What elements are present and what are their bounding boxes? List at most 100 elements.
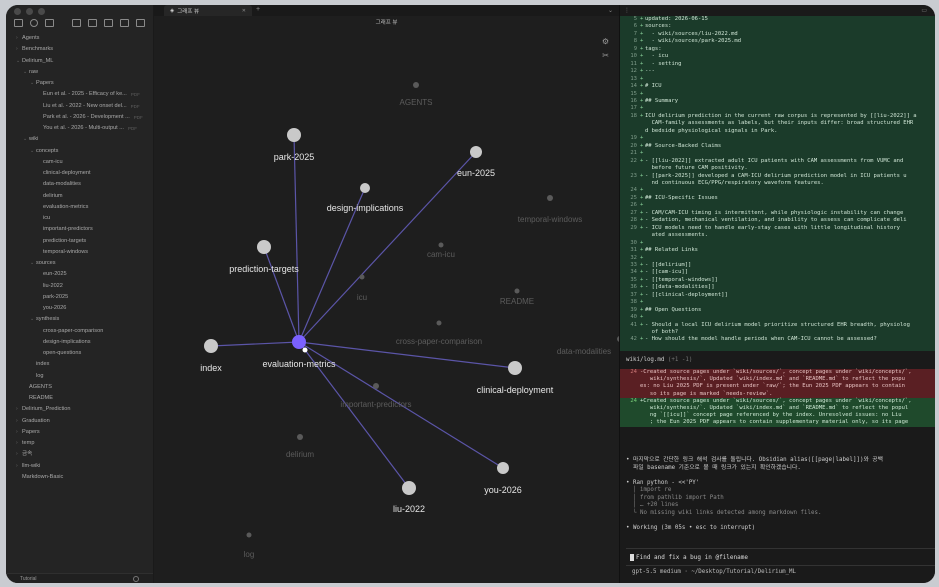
file-tree-item[interactable]: data-modalities — [6, 179, 153, 190]
file-tree-item[interactable]: cross-paper-comparison — [6, 326, 153, 337]
file-tree-item[interactable]: liu-2022 — [6, 281, 153, 292]
file-tree-item[interactable]: › Delirium_Prediction — [6, 404, 153, 415]
new-folder-icon[interactable] — [88, 19, 97, 27]
file-tree-item[interactable]: you-2026 — [6, 303, 153, 314]
prompt-input[interactable]: Find and fix a bug in @filename — [626, 548, 935, 566]
line-number: 33 — [630, 261, 637, 268]
graph-node-evaluation-metrics[interactable] — [292, 335, 306, 349]
agent-output-line: • 마지막으로 간단한 링크 해석 검사를 돌립니다. Obsidian ali… — [626, 457, 883, 463]
line-text: +Created source pages under `wiki/source… — [640, 397, 912, 404]
file-tree-item[interactable]: important-predictors — [6, 224, 153, 235]
file-tree-item[interactable]: Liu et al. - 2022 - New onset del... PDF — [6, 101, 153, 112]
editor-line: 25 + ## ICU-Specific Issues — [620, 195, 935, 202]
collapse-all-icon[interactable] — [120, 19, 129, 27]
graph-node-prediction-targets[interactable] — [257, 240, 271, 254]
files-icon[interactable] — [14, 19, 23, 27]
file-tree-item[interactable]: ⌄ synthesis — [6, 314, 153, 325]
search-icon[interactable] — [30, 19, 38, 27]
file-tree-item[interactable]: › Benchmarks — [6, 44, 153, 55]
settings-icon[interactable] — [133, 575, 139, 582]
file-tree-item[interactable]: design-implications — [6, 337, 153, 348]
close-window-dot[interactable] — [14, 8, 21, 15]
editor-line: 33 + - [[delirium]] — [620, 262, 935, 269]
file-tree-item[interactable]: › Graduation — [6, 416, 153, 427]
file-tree-item[interactable]: › Papers — [6, 427, 153, 438]
close-sidebar-icon[interactable] — [136, 19, 145, 27]
window-controls[interactable] — [14, 8, 45, 15]
graph-node-clinical-deployment[interactable] — [508, 361, 522, 375]
file-tree-item[interactable]: ⌄ Papers — [6, 78, 153, 89]
more-options-icon[interactable]: ▭ — [921, 7, 927, 14]
file-tree-item[interactable]: Eun et al. - 2025 - Efficacy of ke... PDF — [6, 89, 153, 100]
file-tree-item[interactable]: ⌄ sources — [6, 258, 153, 269]
file-tree-item[interactable]: delirium — [6, 191, 153, 202]
diff-mark: + — [640, 150, 644, 157]
editor-line: nd continuous ECG/PPG/respiratory wavefo… — [620, 180, 935, 187]
new-tab-icon[interactable]: + — [256, 6, 260, 13]
graph-node-icu[interactable] — [359, 274, 365, 280]
file-tree-item[interactable]: ⌄ raw — [6, 67, 153, 78]
graph-node-eun-2025[interactable] — [470, 146, 482, 158]
file-tree-item[interactable]: index — [6, 359, 153, 370]
file-tree-item[interactable]: icu — [6, 213, 153, 224]
file-tree-item[interactable]: Markdown-Basic — [6, 472, 153, 483]
graph-node-cam-icu[interactable] — [438, 242, 444, 248]
file-tree-item[interactable]: README — [6, 393, 153, 404]
graph-node-design-implications[interactable] — [360, 183, 370, 193]
file-tree-label: evaluation-metrics — [43, 203, 89, 210]
file-tree-label: Agents — [22, 35, 40, 41]
file-tree-label: index — [36, 361, 50, 368]
file-tree-item[interactable]: prediction-targets — [6, 236, 153, 247]
file-tree-item[interactable]: log — [6, 371, 153, 382]
file-tree-item[interactable]: temporal-windows — [6, 247, 153, 258]
graph-node-you-2026[interactable] — [497, 462, 509, 474]
maximize-window-dot[interactable] — [38, 8, 45, 15]
graph-node-temporal-windows[interactable] — [547, 195, 553, 201]
file-tree-item[interactable]: evaluation-metrics — [6, 202, 153, 213]
vault-switcher[interactable]: Tutorial — [6, 573, 153, 583]
new-note-icon[interactable] — [72, 19, 81, 27]
file-tree-item[interactable]: You et al. - 2026 - Multi-output ... PDF — [6, 123, 153, 134]
file-tree-item[interactable]: › llm-wiki — [6, 461, 153, 472]
editor-line: 6 + sources: — [620, 23, 935, 30]
tab-list-icon[interactable]: ⌄ — [608, 7, 613, 14]
file-tree-label: Liu et al. - 2022 - New onset del... — [43, 102, 127, 109]
graph-node-important-predictors[interactable] — [373, 383, 379, 389]
file-tree-item[interactable]: cam-icu — [6, 157, 153, 168]
line-number: 14 — [630, 83, 637, 90]
file-tree-item[interactable]: ⌄ wiki — [6, 134, 153, 145]
sort-icon[interactable] — [104, 19, 113, 27]
graph-canvas[interactable]: evaluation-metrics park-2025 eun-2025 desig… — [154, 5, 619, 583]
graph-node-delirium[interactable] — [297, 434, 303, 440]
graph-node-README[interactable] — [514, 288, 520, 294]
graph-node-park-2025[interactable] — [287, 128, 301, 142]
editor-line: before future CAM positivity. — [620, 165, 935, 172]
line-number: 39 — [630, 306, 637, 313]
file-tree-item[interactable]: park-2025 — [6, 292, 153, 303]
graph-animate-icon[interactable]: ✂ — [602, 51, 609, 60]
tab-graph-view[interactable]: ◈ 그래프 뷰 ✕ — [164, 5, 252, 16]
graph-node-cross-paper-comparison[interactable] — [436, 320, 442, 326]
close-tab-icon[interactable]: ✕ — [242, 8, 246, 14]
graph-node-liu-2022[interactable] — [402, 481, 416, 495]
split-icon[interactable]: ⋮ — [624, 7, 630, 14]
file-tree-item[interactable]: eun-2025 — [6, 269, 153, 280]
file-tree-item[interactable]: ⌄ Delirium_ML — [6, 56, 153, 67]
file-tree-item[interactable]: clinical-deployment — [6, 168, 153, 179]
bookmark-icon[interactable] — [45, 19, 54, 27]
file-tree-item[interactable]: › 금속 — [6, 449, 153, 460]
graph-node-log[interactable] — [246, 532, 252, 538]
file-tree-item[interactable]: ⌄ concepts — [6, 146, 153, 157]
graph-node-index[interactable] — [204, 339, 218, 353]
sidebar-toolbar — [14, 16, 145, 30]
graph-edge — [293, 134, 300, 343]
graph-settings-icon[interactable]: ⚙ — [602, 37, 609, 46]
file-tree-label: synthesis — [36, 316, 60, 323]
file-tree-item[interactable]: › temp — [6, 438, 153, 449]
file-tree-item[interactable]: Park et al. - 2026 - Development ... PDF — [6, 112, 153, 123]
file-tree-item[interactable]: AGENTS — [6, 382, 153, 393]
file-tree-item[interactable]: › Agents — [6, 33, 153, 44]
graph-node-AGENTS[interactable] — [413, 82, 419, 88]
minimize-window-dot[interactable] — [26, 8, 33, 15]
file-tree-item[interactable]: open-questions — [6, 348, 153, 359]
